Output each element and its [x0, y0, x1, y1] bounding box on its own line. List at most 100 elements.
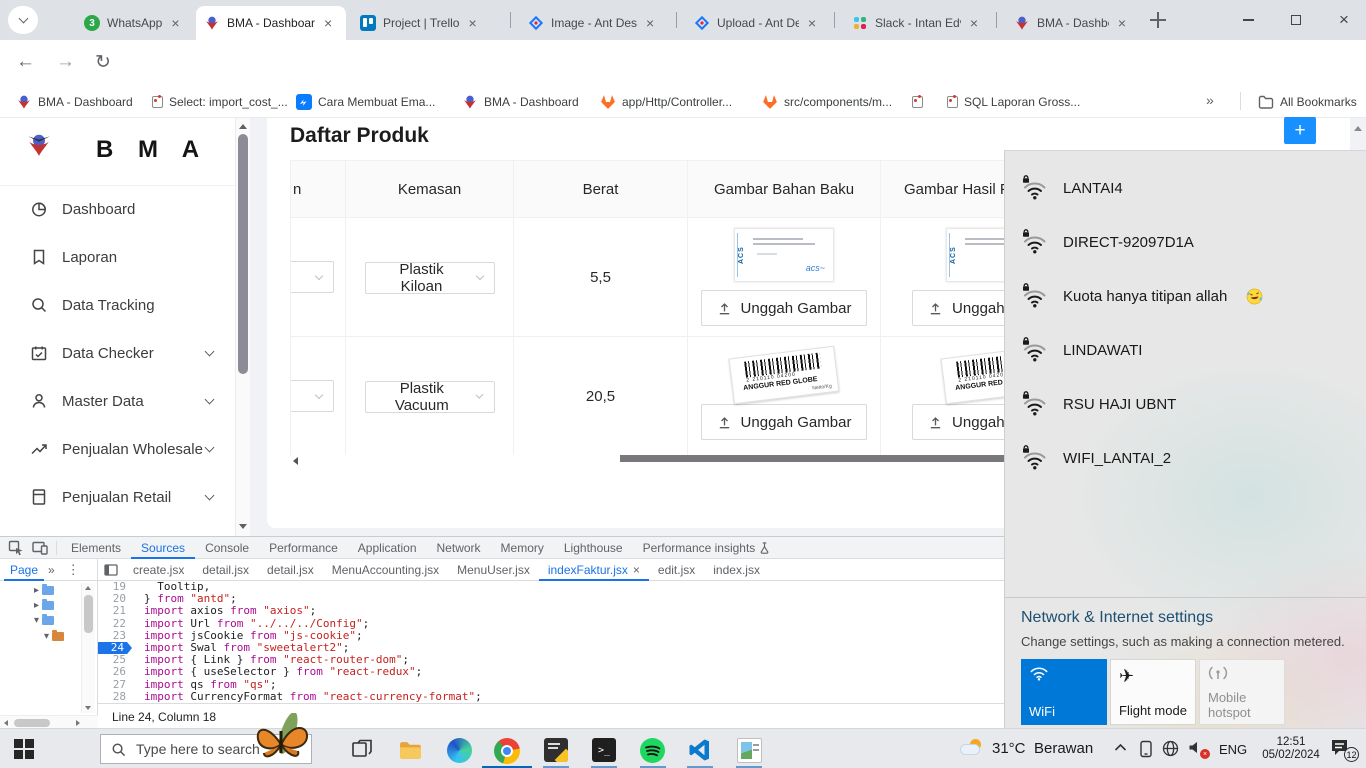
close-icon[interactable]: ×	[806, 16, 818, 30]
bookmark-gitlab-components[interactable]: src/components/m...	[762, 93, 892, 111]
notepad-button[interactable]	[544, 738, 570, 764]
edge-button[interactable]	[447, 738, 473, 764]
window-maximize-button[interactable]	[1274, 0, 1318, 40]
spotify-button[interactable]	[640, 738, 666, 764]
sidebar-item-dashboard[interactable]: Dashboard	[0, 189, 235, 229]
wifi-network-item[interactable]: RSU HAJI UBNT	[1005, 377, 1366, 431]
window-minimize-button[interactable]	[1226, 0, 1270, 40]
file-tab-index[interactable]: index.jsx	[704, 559, 769, 581]
pane-kebab-icon[interactable]: ⋮	[67, 562, 80, 578]
file-explorer-button[interactable]	[398, 738, 424, 764]
task-view-button[interactable]	[350, 738, 376, 764]
sidebar-item-laporan[interactable]: Laporan	[0, 237, 235, 277]
bookmark-cara-membuat[interactable]: Cara Membuat Ema...	[296, 93, 435, 111]
hide-navigator-icon[interactable]	[104, 563, 118, 577]
tab-list-button[interactable]	[8, 6, 38, 34]
close-icon[interactable]: ×	[466, 16, 478, 30]
line-number[interactable]: 22	[98, 618, 132, 630]
code-editor[interactable]: 19 Tooltip,20} from "antd";21import axio…	[98, 581, 1004, 703]
mobile-hotspot-tile[interactable]: Mobile hotspot	[1199, 659, 1285, 725]
line-number[interactable]: 23	[98, 630, 132, 642]
bookmark-gitlab-controller[interactable]: app/Http/Controller...	[600, 93, 732, 111]
forward-icon[interactable]: →	[56, 51, 75, 73]
all-bookmarks-button[interactable]: All Bookmarks	[1258, 93, 1357, 111]
photos-app-button[interactable]	[737, 738, 763, 764]
file-tab-detail-2[interactable]: detail.jsx	[258, 559, 323, 581]
line-number[interactable]: 24	[98, 642, 132, 654]
line-number[interactable]: 21	[98, 605, 132, 617]
window-close-button[interactable]: ×	[1322, 0, 1366, 40]
wifi-network-item[interactable]: LINDAWATI	[1005, 323, 1366, 377]
file-tab-create[interactable]: create.jsx	[124, 559, 193, 581]
scroll-down-icon[interactable]	[239, 524, 247, 529]
devtools-tab-memory[interactable]: Memory	[491, 537, 554, 559]
language-indicator[interactable]: ENG	[1219, 742, 1247, 757]
pane-tab-page[interactable]: Page	[4, 559, 44, 581]
tree-folder-collapsed[interactable]: ▸	[34, 600, 54, 611]
file-tab-detail-1[interactable]: detail.jsx	[193, 559, 258, 581]
sidebar-item-penjualan-wholesale[interactable]: Penjualan Wholesale	[0, 429, 235, 469]
device-toolbar-icon[interactable]	[32, 540, 48, 556]
devtools-tab-lighthouse[interactable]: Lighthouse	[554, 537, 633, 559]
tree-folder-collapsed[interactable]: ▸	[34, 585, 54, 596]
notification-center-button[interactable]: 12	[1330, 738, 1356, 760]
scroll-up-icon[interactable]	[239, 124, 247, 129]
bookmark-select-import[interactable]: Select: import_cost_...	[152, 93, 288, 111]
devtools-tab-sources[interactable]: Sources	[131, 537, 195, 559]
close-icon[interactable]: ×	[322, 16, 334, 30]
tray-expand-icon[interactable]	[1114, 743, 1127, 752]
wifi-network-item[interactable]: DIRECT-92097D1A	[1005, 215, 1366, 269]
sidebar-item-data-checker[interactable]: Data Checker	[0, 333, 235, 373]
navigator-hscrollbar[interactable]	[0, 715, 98, 729]
weather-icon[interactable]	[960, 739, 986, 759]
devtools-tab-elements[interactable]: Elements	[61, 537, 131, 559]
satuan-select[interactable]	[291, 380, 335, 412]
devtools-tab-application[interactable]: Application	[348, 537, 427, 559]
label-image-thumbnail[interactable]: ACS acs~	[734, 228, 834, 282]
close-icon[interactable]: ×	[1116, 16, 1128, 30]
scrollbar-thumb[interactable]	[14, 719, 50, 727]
tree-folder-expanded[interactable]: ▾	[44, 631, 64, 642]
tray-clock[interactable]: 12:51 05/02/2024	[1254, 736, 1328, 762]
devtools-tab-performance[interactable]: Performance	[259, 537, 348, 559]
phone-link-icon[interactable]	[1138, 740, 1154, 758]
upload-bahan-baku-button[interactable]: Unggah Gambar	[701, 404, 868, 440]
scrollbar-thumb[interactable]	[238, 134, 248, 374]
search-highlight-butterfly[interactable]	[252, 713, 314, 767]
pane-overflow-icon[interactable]: »	[44, 563, 59, 577]
bookmark-bma-dashboard[interactable]: BMA - Dashboard	[16, 93, 133, 111]
tab-bma-dashboard-2[interactable]: BMA - Dashboa ×	[1006, 6, 1136, 40]
devtools-tab-network[interactable]: Network	[427, 537, 491, 559]
line-number[interactable]: 27	[98, 679, 132, 691]
bookmark-bma-dashboard-2[interactable]: BMA - Dashboard	[462, 93, 579, 111]
inspect-icon[interactable]	[8, 540, 24, 556]
wifi-network-item[interactable]: WIFI_LANTAI_2	[1005, 431, 1366, 485]
satuan-select[interactable]: g	[291, 261, 335, 293]
tab-slack[interactable]: Slack - Intan Edv ×	[844, 6, 988, 40]
weather-condition[interactable]: Berawan	[1034, 740, 1093, 757]
wifi-network-item[interactable]: Kuota hanya titipan allah	[1005, 269, 1366, 323]
devtools-tab-performance-insights[interactable]: Performance insights	[633, 537, 781, 559]
sidebar-item-master-data[interactable]: Master Data	[0, 381, 235, 421]
line-number[interactable]: 26	[98, 666, 132, 678]
page-scroll-up-icon[interactable]	[1354, 126, 1362, 131]
table-scroll-left-icon[interactable]	[293, 457, 298, 465]
kemasan-select[interactable]: Plastik Kiloan	[365, 262, 495, 294]
chrome-button[interactable]	[494, 738, 520, 764]
file-tab-menuaccounting[interactable]: MenuAccounting.jsx	[323, 559, 448, 581]
network-globe-icon[interactable]	[1162, 740, 1179, 757]
wifi-network-item[interactable]: LANTAI4	[1005, 161, 1366, 215]
volume-muted-icon[interactable]: ×	[1188, 740, 1208, 758]
bookmark-sql-laporan[interactable]: SQL Laporan Gross...	[947, 93, 1080, 111]
file-navigator-pane[interactable]: ▸ ▸ ▾ ▾	[0, 581, 98, 729]
file-tab-edit[interactable]: edit.jsx	[649, 559, 704, 581]
file-tab-menuuser[interactable]: MenuUser.jsx	[448, 559, 539, 581]
tab-image-antdesign[interactable]: Image - Ant Des ×	[520, 6, 668, 40]
back-icon[interactable]: ←	[16, 51, 35, 73]
bookmarks-overflow-icon[interactable]: »	[1206, 92, 1214, 108]
tab-whatsapp[interactable]: 3 WhatsApp ×	[76, 6, 192, 40]
tab-upload-antdesign[interactable]: Upload - Ant De ×	[686, 6, 826, 40]
tab-trello[interactable]: Project | Trello ×	[352, 6, 504, 40]
sidebar-item-data-tracking[interactable]: Data Tracking	[0, 285, 235, 325]
network-settings-link[interactable]: Network & Internet settings	[1021, 609, 1213, 627]
